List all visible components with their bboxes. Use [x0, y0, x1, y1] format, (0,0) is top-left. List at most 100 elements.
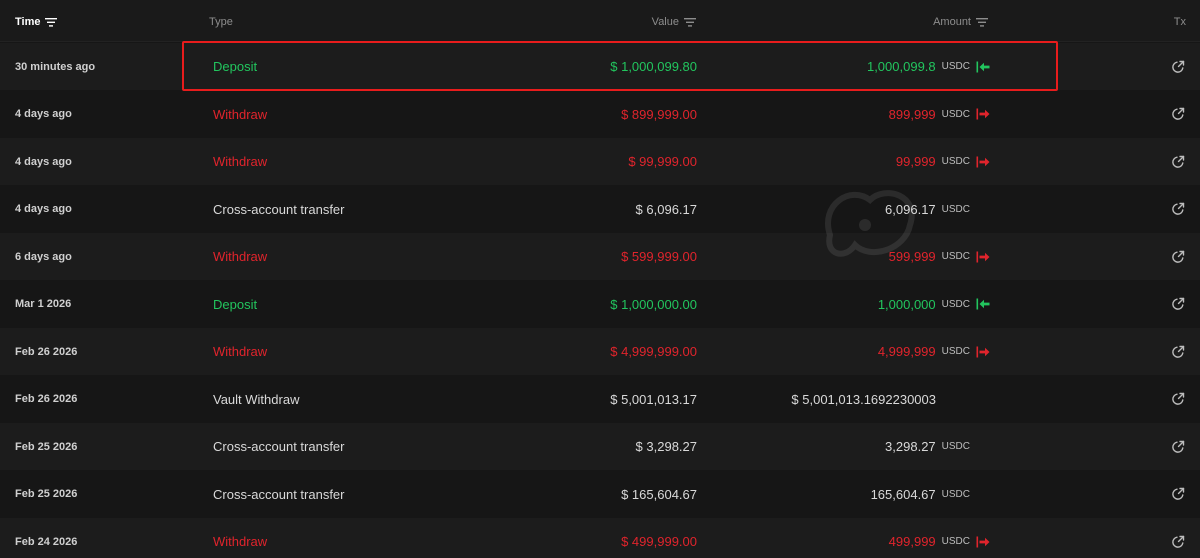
row-time: Feb 24 2026	[15, 535, 78, 548]
tx-link[interactable]	[1170, 281, 1186, 328]
amount-unit: USDC	[941, 108, 970, 120]
table-row[interactable]: Feb 25 2026 Cross-account transfer $ 165…	[0, 471, 1200, 518]
amount-value: 3,298.27	[885, 439, 936, 454]
filter-icon[interactable]	[45, 17, 58, 27]
header-time-label: Time	[15, 16, 41, 28]
row-amount: 3,298.27 USDC	[885, 423, 990, 470]
external-link-icon[interactable]	[1171, 440, 1185, 454]
row-type: Withdraw	[213, 106, 268, 122]
transactions-table: Time Type Value Amount Tx 30 minutes ago…	[0, 0, 1200, 558]
external-link-icon[interactable]	[1171, 297, 1185, 311]
arrow-out-icon	[976, 108, 990, 120]
external-link-icon[interactable]	[1171, 202, 1185, 216]
table-row[interactable]: 4 days ago Cross-account transfer $ 6,09…	[0, 186, 1200, 233]
tx-link[interactable]	[1170, 186, 1186, 233]
row-type: Withdraw	[213, 249, 268, 264]
arrow-in-icon	[976, 298, 990, 310]
tx-link[interactable]	[1170, 91, 1186, 138]
row-type: Cross-account transfer	[213, 486, 345, 502]
row-time: 4 days ago	[15, 108, 72, 120]
header-value-label: Value	[651, 16, 679, 28]
filter-icon[interactable]	[976, 17, 988, 27]
external-link-icon[interactable]	[1171, 345, 1185, 359]
table-row[interactable]: 4 days ago Withdraw $ 99,999.00 99,999 U…	[0, 138, 1200, 185]
amount-value: 165,604.67	[870, 486, 936, 502]
table-row[interactable]: 6 days ago Withdraw $ 599,999.00 599,999…	[0, 233, 1200, 280]
row-type: Deposit	[213, 59, 258, 74]
tx-link[interactable]	[1170, 138, 1186, 185]
table-row[interactable]: 4 days ago Withdraw $ 899,999.00 899,999…	[0, 91, 1200, 138]
table-row[interactable]: Mar 1 2026 Deposit $ 1,000,000.00 1,000,…	[0, 281, 1200, 328]
tx-link[interactable]	[1170, 43, 1186, 90]
table-row[interactable]: Feb 25 2026 Cross-account transfer $ 3,2…	[0, 423, 1200, 470]
header-type-label: Type	[209, 16, 233, 28]
amount-value: 1,000,099.8	[866, 59, 936, 74]
table-row[interactable]: Feb 26 2026 Withdraw $ 4,999,999.00 4,99…	[0, 328, 1200, 375]
row-type: Vault Withdraw	[213, 391, 300, 407]
amount-unit: USDC	[941, 536, 970, 547]
row-value: $ 499,999.00	[621, 534, 697, 549]
arrow-out-icon	[976, 156, 990, 167]
arrow-out-icon	[976, 346, 990, 357]
row-time: Feb 26 2026	[15, 393, 78, 405]
arrow-out-icon	[976, 536, 990, 547]
header-time[interactable]: Time	[15, 14, 58, 30]
tx-link[interactable]	[1170, 423, 1186, 470]
tx-link[interactable]	[1170, 376, 1186, 423]
row-amount: 499,999 USDC	[889, 518, 990, 558]
header-tx: Tx	[1174, 14, 1186, 30]
header-amount[interactable]: Amount	[933, 14, 988, 30]
row-amount: $ 5,001,013.1692230003	[791, 376, 990, 423]
amount-value: 1,000,000	[877, 296, 936, 312]
amount-unit: USDC	[941, 298, 970, 310]
external-link-icon[interactable]	[1171, 487, 1185, 501]
row-amount: 99,999 USDC	[896, 138, 990, 185]
header-amount-label: Amount	[933, 16, 971, 28]
row-value: $ 5,001,013.17	[610, 391, 697, 407]
amount-value: 499,999	[888, 534, 936, 549]
tx-link[interactable]	[1170, 471, 1186, 518]
amount-unit: USDC	[941, 156, 970, 167]
table-row[interactable]: Feb 24 2026 Withdraw $ 499,999.00 499,99…	[0, 518, 1200, 558]
arrow-out-icon	[976, 251, 990, 262]
row-time: 4 days ago	[15, 203, 72, 215]
external-link-icon[interactable]	[1171, 60, 1185, 74]
amount-unit: USDC	[941, 346, 970, 357]
tx-link[interactable]	[1170, 233, 1186, 280]
tx-link[interactable]	[1170, 518, 1186, 558]
row-value: $ 165,604.67	[621, 486, 697, 502]
external-link-icon[interactable]	[1171, 250, 1185, 264]
row-amount: 899,999 USDC	[889, 91, 990, 138]
external-link-icon[interactable]	[1171, 392, 1185, 406]
row-type: Cross-account transfer	[213, 439, 345, 454]
row-type: Deposit	[213, 296, 258, 312]
row-time: 6 days ago	[15, 250, 72, 263]
row-amount: 599,999 USDC	[889, 233, 990, 280]
direction-placeholder	[976, 488, 990, 500]
amount-value: 99,999	[895, 154, 936, 169]
row-amount: 1,000,000 USDC	[878, 281, 990, 328]
direction-placeholder	[976, 393, 990, 405]
table-row[interactable]: Feb 26 2026 Vault Withdraw $ 5,001,013.1…	[0, 376, 1200, 423]
row-amount: 165,604.67 USDC	[871, 471, 990, 518]
row-time: Mar 1 2026	[15, 298, 72, 310]
row-value: $ 99,999.00	[628, 154, 697, 169]
row-type: Cross-account transfer	[213, 201, 345, 217]
external-link-icon[interactable]	[1171, 107, 1185, 121]
row-type: Withdraw	[213, 534, 268, 549]
table-row[interactable]: 30 minutes ago Deposit $ 1,000,099.80 1,…	[0, 43, 1200, 90]
amount-value: 6,096.17	[885, 201, 936, 217]
row-value: $ 599,999.00	[621, 249, 697, 264]
row-value: $ 1,000,000.00	[610, 296, 697, 312]
row-amount: 6,096.17 USDC	[885, 186, 990, 233]
arrow-in-icon	[976, 61, 990, 72]
row-type: Withdraw	[213, 154, 268, 169]
amount-unit: USDC	[941, 441, 970, 452]
filter-icon[interactable]	[684, 17, 696, 27]
header-value[interactable]: Value	[652, 14, 696, 30]
row-amount: 4,999,999 USDC	[878, 328, 990, 375]
row-value: $ 3,298.27	[635, 439, 697, 454]
tx-link[interactable]	[1170, 328, 1186, 375]
external-link-icon[interactable]	[1171, 155, 1185, 169]
external-link-icon[interactable]	[1171, 535, 1185, 549]
